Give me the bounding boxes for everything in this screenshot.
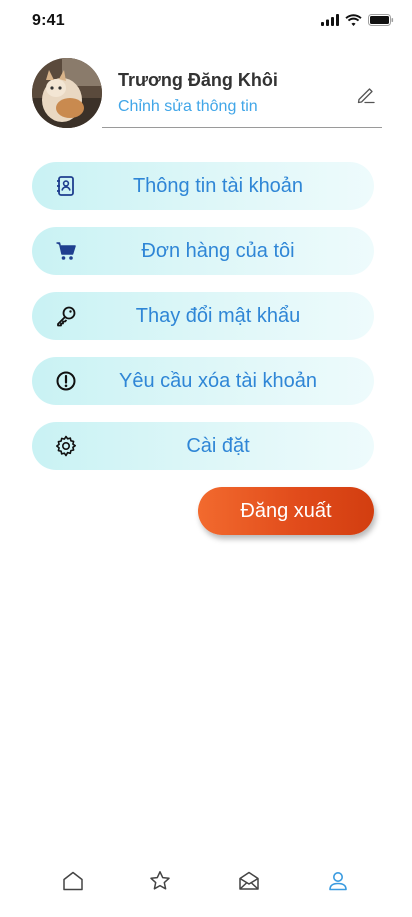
- menu-item-delete-account[interactable]: Yêu cầu xóa tài khoản: [32, 357, 374, 405]
- menu-item-label: Thông tin tài khoản: [132, 175, 304, 197]
- nav-home[interactable]: [53, 863, 93, 903]
- menu-item-label: Cài đặt: [186, 435, 250, 457]
- bottom-nav: [0, 853, 412, 917]
- nav-profile[interactable]: [318, 863, 358, 903]
- status-time: 9:41: [32, 12, 65, 29]
- status-icons: [321, 14, 394, 26]
- battery-icon: [368, 14, 394, 26]
- mail-icon: [237, 869, 261, 898]
- profile-divider: [102, 127, 382, 128]
- menu-item-account-info[interactable]: Thông tin tài khoản: [32, 162, 374, 210]
- user-icon: [326, 869, 350, 898]
- status-bar: 9:41: [0, 0, 412, 44]
- nav-inbox[interactable]: [229, 863, 269, 903]
- menu-item-label: Đơn hàng của tôi: [141, 240, 295, 262]
- account-screen: 9:41 Trương Đăng Khôi Chỉnh sửa thông ti…: [0, 0, 412, 917]
- nav-favorites[interactable]: [140, 863, 180, 903]
- profile-name: Trương Đăng Khôi: [118, 70, 278, 90]
- profile-header: Trương Đăng Khôi Chỉnh sửa thông tin: [32, 58, 382, 130]
- menu-item-change-password[interactable]: Thay đổi mật khẩu: [32, 292, 374, 340]
- edit-profile-link[interactable]: Chỉnh sửa thông tin: [118, 98, 258, 116]
- avatar[interactable]: [32, 58, 102, 128]
- menu-item-my-orders[interactable]: Đơn hàng của tôi: [32, 227, 374, 275]
- wifi-icon: [345, 14, 362, 26]
- home-icon: [61, 869, 85, 898]
- account-menu: Thông tin tài khoản Đơn hàng của tôi Tha…: [32, 162, 374, 487]
- star-icon: [148, 869, 172, 898]
- cellular-signal-icon: [321, 14, 339, 26]
- menu-item-label: Yêu cầu xóa tài khoản: [119, 370, 317, 392]
- menu-item-settings[interactable]: Cài đặt: [32, 422, 374, 470]
- menu-item-label: Thay đổi mật khẩu: [135, 305, 301, 327]
- pencil-icon[interactable]: [356, 84, 376, 104]
- logout-button[interactable]: Đăng xuất: [198, 487, 374, 535]
